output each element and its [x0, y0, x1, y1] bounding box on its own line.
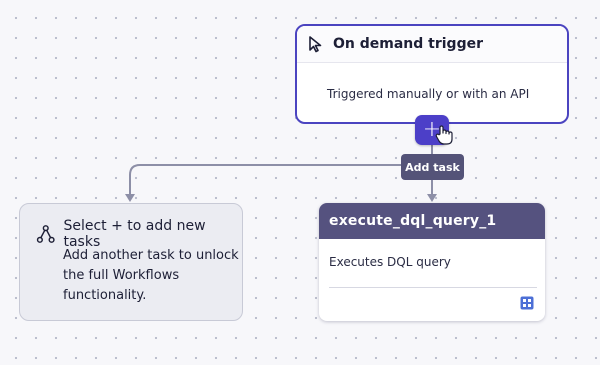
- workflow-grid-icon[interactable]: [520, 296, 534, 310]
- trigger-description: Triggered manually or with an API: [327, 87, 530, 101]
- task-description: Executes DQL query: [329, 255, 451, 269]
- hand-pointer-icon: [435, 125, 453, 145]
- trigger-title: On demand trigger: [333, 36, 483, 52]
- add-task-tooltip: Add task: [401, 154, 464, 180]
- trigger-header: On demand trigger: [297, 26, 567, 63]
- task-name: execute_dql_query_1: [319, 203, 545, 239]
- hint-body: Add another task to unlock the full Work…: [63, 248, 239, 303]
- task-divider: [329, 287, 537, 288]
- task-node[interactable]: execute_dql_query_1 Executes DQL query: [319, 203, 545, 321]
- add-tasks-hint-card: Select + to add new tasks Add another ta…: [19, 203, 243, 321]
- branch-icon: [36, 225, 55, 243]
- cursor-arrow-icon: [307, 35, 325, 53]
- trigger-node[interactable]: On demand trigger Triggered manually or …: [295, 24, 569, 124]
